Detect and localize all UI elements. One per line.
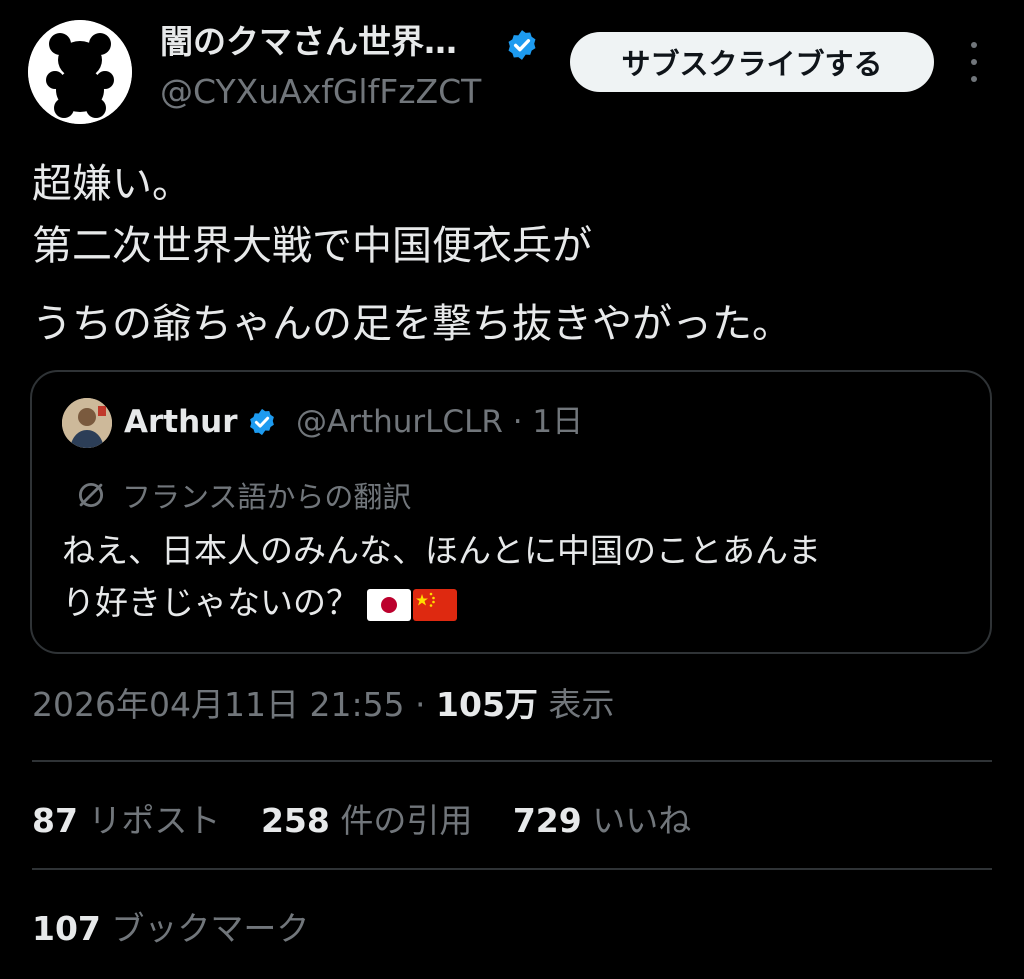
author-handle[interactable]: @CYXuAxfGlfFzZCT bbox=[160, 70, 481, 114]
views-count: 105万 bbox=[436, 685, 538, 724]
tweet-text-line: うちの爺ちゃんの足を撃ち抜きやがった。 bbox=[32, 301, 792, 347]
timestamp: 2026年04月11日 21:55 · bbox=[32, 685, 437, 724]
quoted-author-avatar[interactable] bbox=[62, 398, 112, 448]
quoted-text-line-2: り好きじゃないの？ bbox=[62, 576, 457, 630]
bear-silhouette-icon bbox=[28, 20, 132, 124]
more-options-icon[interactable] bbox=[962, 42, 986, 82]
subscribe-button[interactable]: サブスクライブする bbox=[570, 32, 934, 92]
quoted-author-name[interactable]: Arthur bbox=[124, 400, 238, 444]
quotes-label: 件の引用 bbox=[329, 801, 473, 840]
quoted-text-line: ねえ、日本人のみんな、ほんとに中国のことあんま bbox=[62, 531, 821, 570]
translation-label[interactable]: フランス語からの翻訳 bbox=[122, 476, 411, 518]
divider bbox=[32, 868, 992, 870]
views-label: 表示 bbox=[537, 685, 615, 724]
reposts-count: 87 bbox=[32, 801, 78, 840]
likes-stat[interactable]: 729 いいね bbox=[513, 801, 691, 840]
bookmarks-label: ブックマーク bbox=[100, 909, 310, 948]
timestamp-views: 2026年04月11日 21:55 · 105万 表示 bbox=[32, 682, 614, 728]
tweet-text-line: 第二次世界大戦で中国便衣兵が bbox=[32, 223, 592, 269]
author-display-name[interactable]: 闇のクマさん世界… bbox=[160, 20, 457, 64]
likes-label: いいね bbox=[581, 801, 692, 840]
likes-count: 729 bbox=[512, 801, 582, 840]
quotes-stat[interactable]: 258 件の引用 bbox=[261, 801, 472, 840]
reposts-label: リポスト bbox=[77, 801, 221, 840]
quotes-count: 258 bbox=[260, 801, 330, 840]
verified-badge-icon bbox=[508, 30, 536, 60]
translate-icon bbox=[78, 482, 104, 508]
bookmarks-count: 107 bbox=[32, 909, 101, 948]
engagement-stats: 87 リポスト 258 件の引用 729 いいね bbox=[32, 798, 721, 844]
china-flag-icon bbox=[413, 588, 457, 621]
person-avatar-icon bbox=[62, 398, 112, 448]
bookmarks-stat[interactable]: 107 ブックマーク bbox=[32, 906, 309, 952]
verified-badge-icon bbox=[250, 408, 274, 436]
divider bbox=[32, 760, 992, 762]
quoted-text-line: り好きじゃないの？ bbox=[62, 583, 359, 622]
tweet-text-line: 超嫌い。 bbox=[32, 161, 192, 207]
quoted-handle-time: @ArthurLCLR · 1日 bbox=[296, 404, 584, 440]
author-avatar[interactable] bbox=[28, 20, 132, 124]
reposts-stat[interactable]: 87 リポスト bbox=[32, 801, 220, 840]
japan-flag-icon bbox=[367, 588, 411, 621]
